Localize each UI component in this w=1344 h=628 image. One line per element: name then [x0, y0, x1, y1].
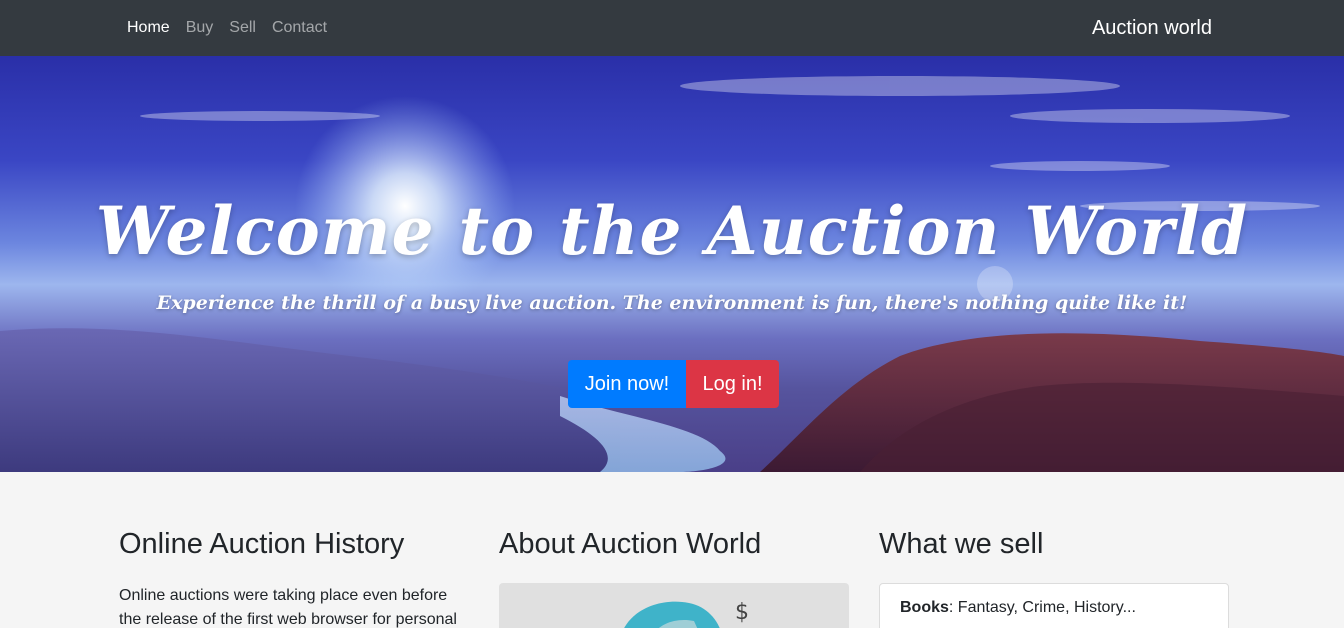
hero-title: Welcome to the Auction World: [95, 192, 1249, 270]
nav-link-sell[interactable]: Sell: [221, 19, 264, 37]
history-text: Online auctions were taking place even b…: [119, 587, 457, 628]
nav-links: Home Buy Sell Contact: [119, 0, 335, 56]
log-in-button[interactable]: Log in!: [686, 360, 779, 408]
sell-category-label: Books: [900, 599, 949, 616]
history-column: Online Auction History Online auctions w…: [119, 472, 469, 628]
hero-button-group: Join now! Log in!: [568, 360, 779, 408]
globe-icon: [624, 601, 720, 628]
hero-subtitle: Experience the thrill of a busy live auc…: [156, 292, 1188, 314]
hero-banner: Welcome to the Auction World Experience …: [0, 56, 1344, 472]
about-heading: About Auction World: [499, 528, 762, 560]
nav-link-buy[interactable]: Buy: [178, 19, 222, 37]
sell-column: What we sell Books: Fantasy, Crime, Hist…: [879, 472, 1229, 628]
dollar-icon: $: [735, 600, 749, 625]
about-column: About Auction World $: [499, 472, 849, 628]
sell-heading: What we sell: [879, 528, 1044, 560]
brand-link[interactable]: Auction world: [1092, 0, 1212, 56]
sell-category-text: : Fantasy, Crime, History...: [948, 599, 1136, 616]
sell-category-books: Books: Fantasy, Crime, History...: [900, 599, 1136, 617]
left-hills: [0, 328, 620, 472]
about-image: $: [499, 583, 849, 628]
join-now-button[interactable]: Join now!: [568, 360, 686, 408]
nav-link-contact[interactable]: Contact: [264, 19, 335, 37]
main-content: Online Auction History Online auctions w…: [0, 472, 1344, 628]
history-heading: Online Auction History: [119, 528, 405, 560]
nav-link-home[interactable]: Home: [119, 19, 178, 37]
navbar: Home Buy Sell Contact Auction world: [0, 0, 1344, 56]
sell-card: Books: Fantasy, Crime, History...: [879, 583, 1229, 628]
